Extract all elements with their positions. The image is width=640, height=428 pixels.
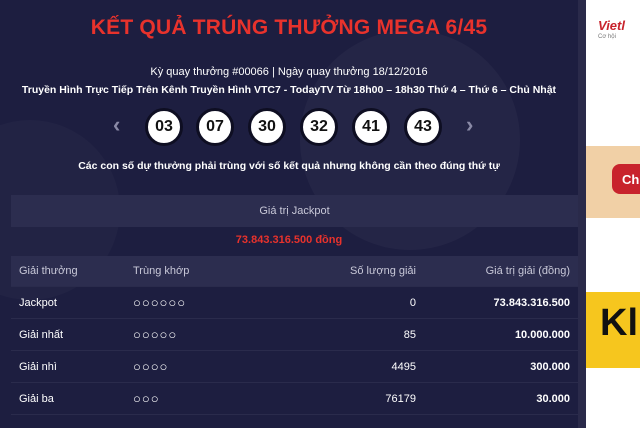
col-header-value: Giá trị giải (đồng) — [485, 265, 570, 277]
match-circles: ○○○○○ — [133, 327, 178, 342]
results-panel: KẾT QUẢ TRÚNG THƯỞNG MEGA 6/45 Kỳ quay t… — [0, 0, 578, 428]
prize-table: Giải thưởng Trùng khớp Số lượng giải Giá… — [11, 256, 578, 415]
match-circles: ○○○○ — [133, 359, 169, 374]
prize-value: 30.000 — [536, 392, 570, 405]
table-row: Giải ba ○○○ 76179 30.000 — [11, 383, 578, 415]
number-ball: 41 — [352, 108, 390, 146]
prize-count: 76179 — [385, 392, 416, 405]
table-header-row: Giải thưởng Trùng khớp Số lượng giải Giá… — [11, 256, 578, 287]
number-ball: 07 — [196, 108, 234, 146]
table-row: Giải nhất ○○○○○ 85 10.000.000 — [11, 319, 578, 351]
number-ball: 30 — [248, 108, 286, 146]
winning-numbers: 03 07 30 32 41 43 — [0, 108, 578, 148]
number-ball: 32 — [300, 108, 338, 146]
page-title: KẾT QUẢ TRÚNG THƯỞNG MEGA 6/45 — [90, 16, 488, 39]
jackpot-header: Giá trị Jackpot — [11, 195, 578, 227]
jackpot-value: 73.843.316.500 đồng — [235, 234, 343, 246]
number-ball: 43 — [404, 108, 442, 146]
broadcast-info: Truyền Hình Trực Tiếp Trên Kênh Truyền H… — [21, 84, 557, 96]
prize-name: Giải nhất — [19, 328, 64, 341]
prize-name: Giải ba — [19, 392, 54, 405]
prize-value: 300.000 — [530, 360, 570, 373]
prize-name: Jackpot — [19, 296, 57, 309]
prize-value: 73.843.316.500 — [493, 296, 570, 309]
prize-name: Giải nhì — [19, 360, 57, 373]
match-circles: ○○○ — [133, 391, 160, 406]
next-draw-arrow-icon[interactable]: › — [466, 112, 473, 138]
number-ball: 03 — [145, 108, 183, 146]
table-row: Jackpot ○○○○○○ 0 73.843.316.500 — [11, 287, 578, 319]
table-row: Giải nhì ○○○○ 4495 300.000 — [11, 351, 578, 383]
col-header-match: Trùng khớp — [133, 265, 190, 277]
draw-info: Kỳ quay thưởng #00066 | Ngày quay thưởng… — [150, 66, 428, 78]
prize-count: 4495 — [391, 360, 416, 373]
ad-big-text: Kl — [600, 302, 638, 344]
match-rule-note: Các con số dự thưởng phải trùng với số k… — [78, 160, 500, 172]
prize-count: 0 — [409, 296, 416, 309]
col-header-count: Số lượng giải — [350, 265, 416, 277]
ad-brand-logo: Vietl — [598, 18, 625, 33]
match-circles: ○○○○○○ — [133, 295, 187, 310]
ad-tagline: Cơ hội — [598, 34, 616, 40]
prize-count: 85 — [403, 328, 416, 341]
prize-value: 10.000.000 — [514, 328, 570, 341]
col-header-prize: Giải thưởng — [19, 265, 78, 277]
ad-cta-button[interactable]: Ch — [612, 164, 640, 194]
